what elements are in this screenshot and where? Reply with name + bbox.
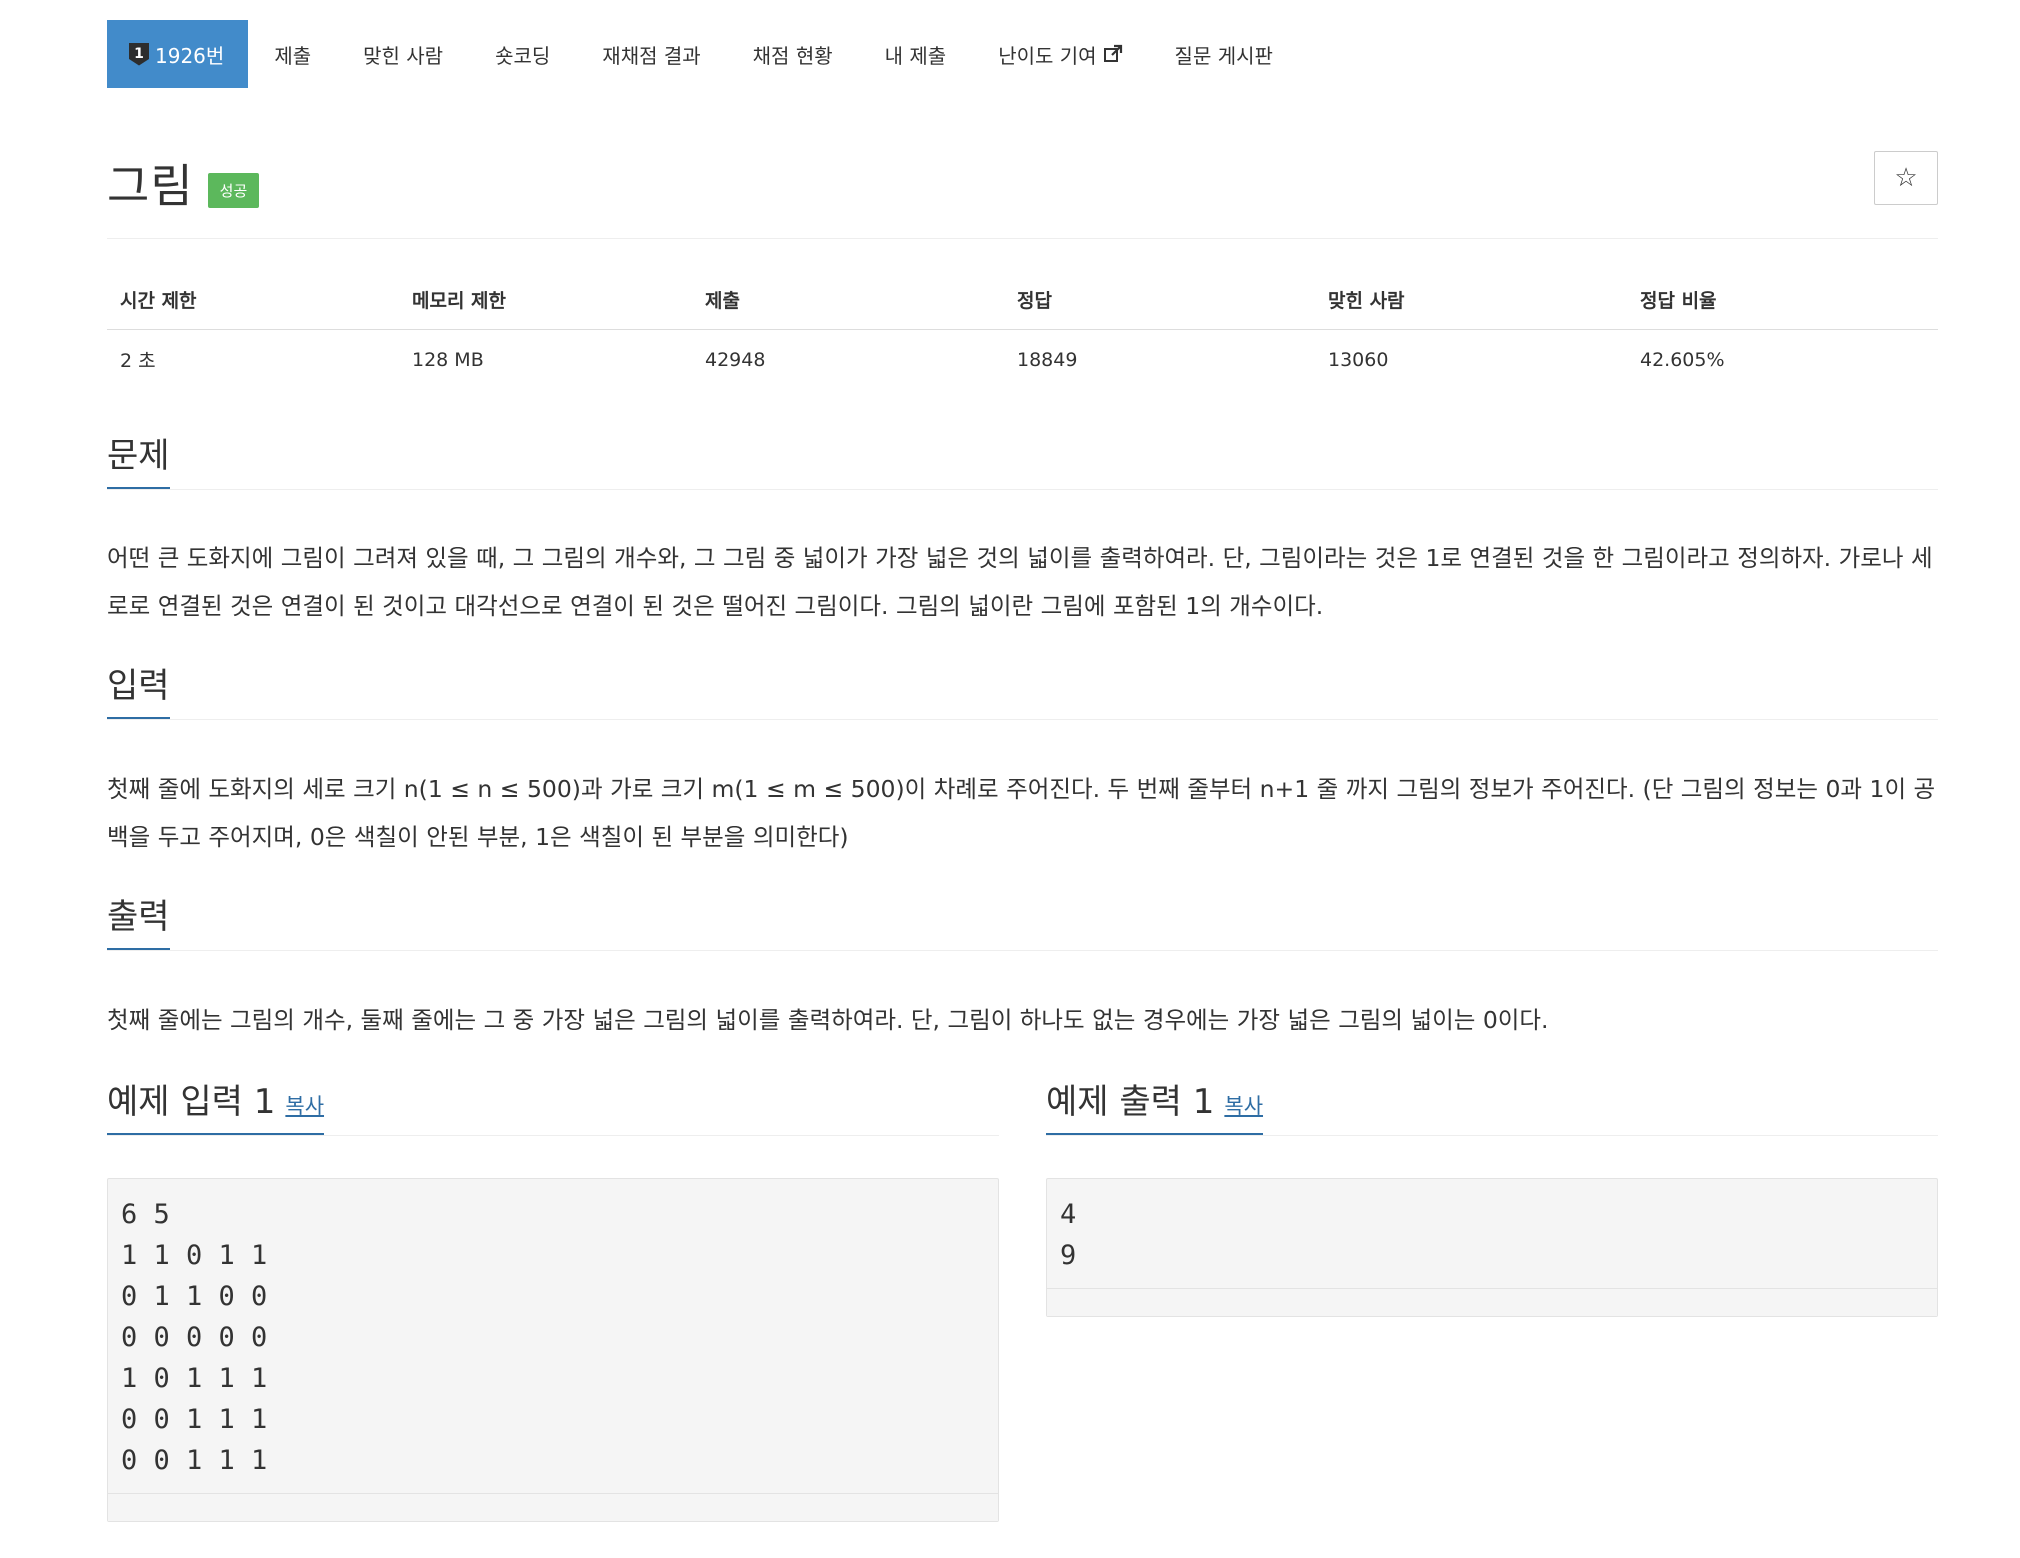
sample-input-content: 6 5 1 1 0 1 1 0 1 1 0 0 0 0 0 0 0 1 0 1 …	[121, 1199, 268, 1476]
tab-difficulty-label: 난이도 기여	[998, 43, 1097, 68]
value-time-limit: 2 초	[120, 350, 156, 372]
sample-output-header: 예제 출력 1 복사	[1046, 1082, 1938, 1137]
tab-question-board[interactable]: 질문 게시판	[1149, 20, 1299, 88]
sample-box-footer	[108, 1493, 998, 1521]
header-solved-users: 맞힌 사람	[1315, 272, 1627, 330]
sample-box-footer	[1047, 1288, 1937, 1316]
problem-info-table: 시간 제한 메모리 제한 제출 정답 맞힌 사람 정답 비율 2 초 128 M…	[107, 272, 1938, 389]
problem-nav: 1 1926번 제출 맞힌 사람 숏코딩 재채점 결과 채점 현황 내 제출 난…	[107, 20, 1299, 88]
output-title: 출력	[107, 898, 170, 952]
sample-output-title: 예제 출력 1 복사	[1046, 1082, 1264, 1137]
value-solved-users: 13060	[1328, 348, 1389, 371]
sample-input-title-text: 예제 입력 1	[107, 1082, 276, 1122]
sample-input-title: 예제 입력 1 복사	[107, 1082, 325, 1137]
header-memory-limit: 메모리 제한	[399, 272, 692, 330]
header-accepted: 정답	[1004, 272, 1315, 330]
tab-difficulty-contribution[interactable]: 난이도 기여	[972, 20, 1148, 88]
page-title: 그림	[107, 159, 194, 213]
title-divider	[107, 238, 1938, 239]
value-submissions: 42948	[705, 348, 766, 371]
sample-input-header: 예제 입력 1 복사	[107, 1082, 999, 1137]
tab-submit[interactable]: 제출	[248, 20, 337, 88]
tab-solved-users[interactable]: 맞힌 사람	[337, 20, 469, 88]
star-icon: ☆	[1894, 163, 1918, 193]
tab-problem[interactable]: 1 1926번	[107, 20, 249, 88]
header-accept-ratio: 정답 비율	[1627, 272, 1938, 330]
copy-sample-output-link[interactable]: 복사	[1224, 1094, 1263, 1118]
description-text: 어떤 큰 도화지에 그림이 그려져 있을 때, 그 그림의 개수와, 그 그림 …	[107, 544, 1933, 620]
tab-my-submissions[interactable]: 내 제출	[859, 20, 973, 88]
table-header-row: 시간 제한 메모리 제한 제출 정답 맞힌 사람 정답 비율	[107, 272, 1938, 330]
output-section-header: 출력	[107, 898, 1938, 952]
tab-judge-status[interactable]: 채점 현황	[727, 20, 859, 88]
copy-sample-input-link[interactable]: 복사	[285, 1094, 324, 1118]
sample-output-title-text: 예제 출력 1	[1046, 1082, 1215, 1122]
section-divider	[107, 950, 1938, 952]
description-title: 문제	[107, 437, 170, 491]
tab-rejudge-results[interactable]: 재채점 결과	[576, 20, 726, 88]
input-title: 입력	[107, 667, 170, 721]
value-memory-limit: 128 MB	[412, 348, 484, 371]
favorite-star-button[interactable]: ☆	[1874, 151, 1938, 205]
description-section-header: 문제	[107, 437, 1938, 491]
sample-output-box: 4 9	[1046, 1178, 1938, 1317]
sample-input-box: 6 5 1 1 0 1 1 0 1 1 0 0 0 0 0 0 0 1 0 1 …	[107, 1178, 999, 1522]
sample-output-content: 4 9	[1060, 1199, 1077, 1271]
value-accepted: 18849	[1017, 348, 1078, 371]
tab-short-coding[interactable]: 숏코딩	[469, 20, 576, 88]
input-section-header: 입력	[107, 667, 1938, 721]
tab-problem-label: 1926번	[155, 43, 225, 68]
problem-title-row: 그림 성공	[107, 150, 260, 216]
output-text: 첫째 줄에는 그림의 개수, 둘째 줄에는 그 중 가장 넓은 그림의 넓이를 …	[107, 1006, 1549, 1034]
header-time-limit: 시간 제한	[107, 272, 399, 330]
section-divider	[107, 489, 1938, 491]
status-badge: 성공	[207, 172, 260, 208]
header-submissions: 제출	[692, 272, 1004, 330]
shield-number-icon: 1	[129, 42, 149, 66]
table-row: 2 초 128 MB 42948 18849 13060 42.605%	[107, 330, 1938, 390]
section-divider	[107, 719, 1938, 721]
section-divider	[107, 1135, 999, 1137]
external-link-icon	[1103, 44, 1122, 62]
section-divider	[1046, 1135, 1938, 1137]
value-accept-ratio: 42.605%	[1640, 348, 1725, 371]
input-text: 첫째 줄에 도화지의 세로 크기 n(1 ≤ n ≤ 500)과 가로 크기 m…	[107, 775, 1936, 851]
